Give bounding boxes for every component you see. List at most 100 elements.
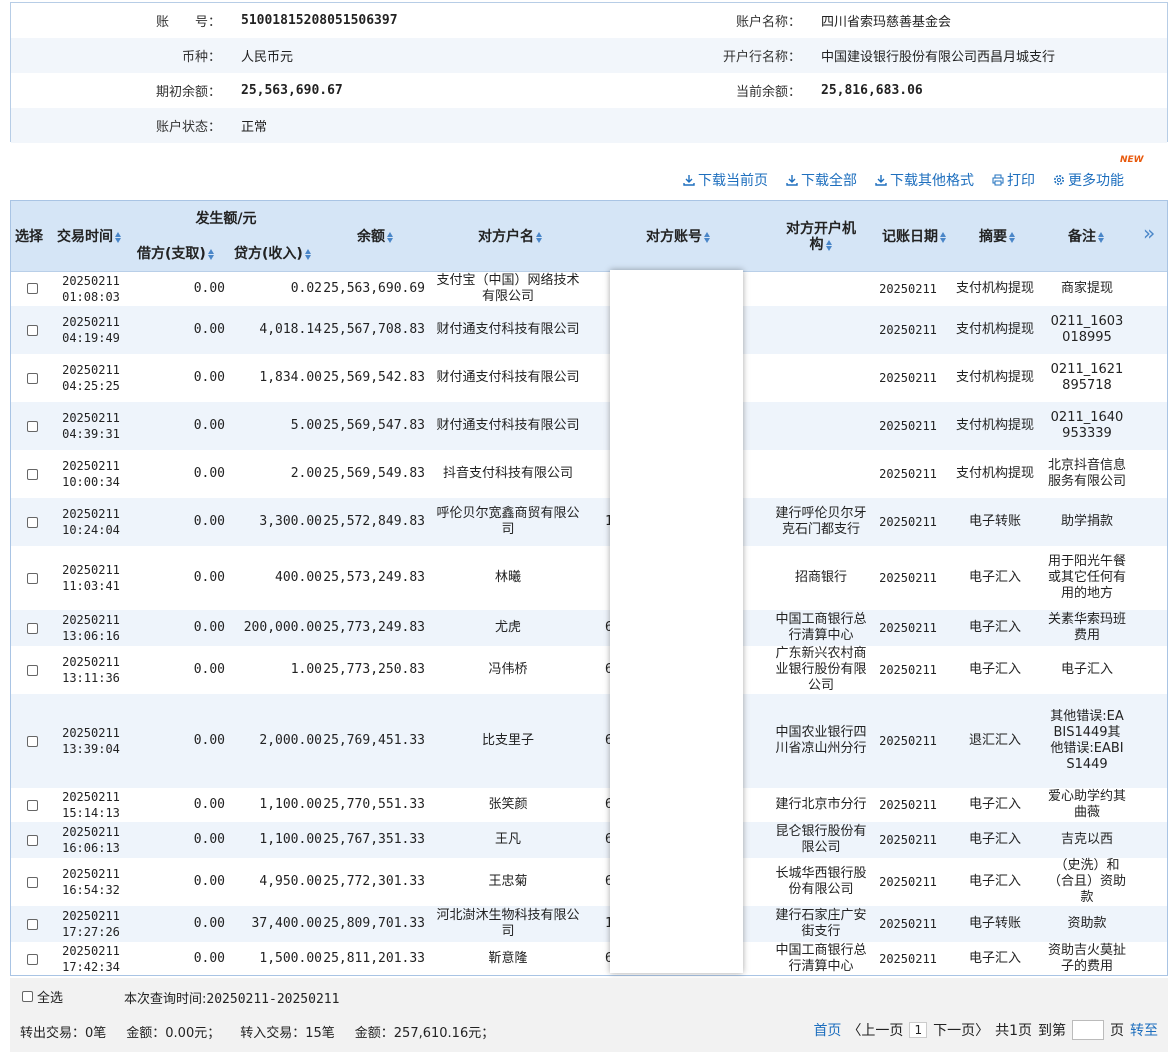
row-credit: 3,300.00	[259, 514, 322, 529]
select-all-checkbox[interactable]	[22, 991, 33, 1002]
row-select[interactable]	[11, 610, 53, 646]
row-remark: 用于阳光午餐或其它任何有用的地方	[1047, 554, 1126, 601]
row-select[interactable]	[11, 822, 53, 858]
row-summary: 支付机构提现	[956, 418, 1035, 433]
row-select[interactable]	[11, 546, 53, 610]
row-debit: 0.00	[193, 916, 225, 931]
col-time[interactable]: 交易时间	[57, 229, 122, 245]
row-summary: 支付机构提现	[956, 466, 1035, 481]
account-name-value: 四川省索玛慈善基金会	[821, 15, 952, 30]
row-remark: 电子汇入	[1060, 662, 1113, 677]
row-checkbox[interactable]	[26, 324, 38, 336]
row-time: 20250211 15:14:13	[62, 790, 120, 820]
more-functions-button[interactable]: 更多功能	[1053, 170, 1124, 190]
query-time-range: 20250211-20250211	[206, 992, 340, 1007]
table-row: 20250211 16:06:13 0.00 1,100.00 25,767,351.…	[11, 822, 1167, 858]
row-checkbox[interactable]	[26, 572, 38, 584]
first-page-link[interactable]: 首页	[813, 1020, 841, 1040]
download-page-label: 下载当前页	[698, 173, 768, 189]
row-checkbox[interactable]	[26, 834, 38, 846]
row-checkbox[interactable]	[26, 468, 38, 480]
currency-value: 人民币元	[241, 50, 294, 65]
row-debit: 0.00	[193, 418, 225, 433]
download-icon	[683, 175, 695, 186]
table-row: 20250211 04:25:25 0.00 1,834.00 25,569,542.…	[11, 354, 1167, 402]
account-row-1: 账 号： 51001815208051506397 账户名称： 四川省索玛慈善基…	[11, 3, 1167, 38]
row-checkbox[interactable]	[26, 664, 38, 676]
row-counter-bank	[773, 271, 869, 306]
prev-page-link[interactable]: 〈上一页	[847, 1020, 903, 1040]
row-balance: 25,563,690.69	[323, 280, 425, 296]
row-credit: 1.00	[290, 662, 322, 677]
col-summary[interactable]: 摘要	[979, 229, 1016, 245]
row-checkbox[interactable]	[26, 420, 38, 432]
row-time: 20250211 13:06:16	[62, 613, 120, 643]
row-remark: 助学捐款	[1060, 514, 1113, 529]
row-select[interactable]	[11, 354, 53, 402]
select-all[interactable]: 全选	[22, 987, 63, 1006]
table-row: 20250211 11:03:41 0.00 400.00 25,573,249.83…	[11, 546, 1167, 610]
col-credit[interactable]: 贷方(收入)	[234, 246, 312, 262]
account-status-label: 账户状态：	[155, 120, 221, 135]
row-credit: 2.00	[290, 466, 322, 481]
transaction-table: 选择 交易时间 发生额/元 借方(支取) 贷方(收入) 余额 对方户名 对方账号…	[10, 200, 1168, 976]
row-select[interactable]	[11, 646, 53, 694]
row-select[interactable]	[11, 788, 53, 822]
col-debit-label: 借方(支取)	[137, 246, 206, 262]
col-remark[interactable]: 备注	[1068, 229, 1105, 245]
download-other-button[interactable]: 下载其他格式	[875, 170, 974, 190]
row-post-date: 20250211	[879, 875, 937, 889]
row-select[interactable]	[11, 271, 53, 306]
row-checkbox[interactable]	[26, 735, 38, 747]
row-post-date: 20250211	[879, 798, 937, 812]
row-checkbox[interactable]	[26, 918, 38, 930]
row-select[interactable]	[11, 498, 53, 546]
next-page-link[interactable]: 下一页〉	[933, 1020, 989, 1040]
download-other-label: 下载其他格式	[890, 173, 974, 189]
bank-value: 中国建设银行股份有限公司西昌月城支行	[821, 50, 1056, 65]
row-checkbox[interactable]	[26, 799, 38, 811]
goto-page-input[interactable]	[1072, 1020, 1104, 1040]
row-checkbox[interactable]	[26, 876, 38, 888]
row-select[interactable]	[11, 306, 53, 354]
row-select[interactable]	[11, 402, 53, 450]
row-select[interactable]	[11, 694, 53, 788]
row-select[interactable]	[11, 942, 53, 975]
col-counter-account[interactable]: 对方账号	[646, 229, 711, 245]
row-counterparty: 冯伟桥	[488, 662, 528, 677]
row-checkbox[interactable]	[26, 953, 38, 965]
col-balance[interactable]: 余额	[357, 229, 394, 245]
row-balance: 25,811,201.33	[323, 951, 425, 966]
col-post-date[interactable]: 记账日期	[882, 229, 947, 245]
col-counterparty[interactable]: 对方户名	[478, 229, 543, 245]
row-balance: 25,569,549.83	[323, 466, 425, 481]
col-counter-bank[interactable]: 对方开户机构	[781, 221, 861, 253]
row-select[interactable]	[11, 858, 53, 906]
row-checkbox[interactable]	[26, 283, 38, 294]
row-time: 20250211 04:25:25	[62, 363, 120, 393]
row-counterparty: 王忠菊	[488, 874, 528, 889]
current-page[interactable]: 1	[909, 1022, 928, 1038]
print-button[interactable]: 打印	[992, 170, 1035, 190]
top-toolbar: 下载当前页 下载全部 下载其他格式 打印 更多功能	[683, 170, 1124, 190]
row-checkbox[interactable]	[26, 516, 38, 528]
col-counter-account-label: 对方账号	[646, 229, 702, 245]
goto-button[interactable]: 转至	[1130, 1020, 1158, 1040]
row-debit: 0.00	[193, 874, 225, 889]
table-row: 20250211 04:19:49 0.00 4,018.14 25,567,708.…	[11, 306, 1167, 354]
row-balance: 25,773,249.83	[323, 620, 425, 635]
row-remark: 关素华索玛班费用	[1047, 612, 1126, 643]
row-select[interactable]	[11, 906, 53, 942]
row-checkbox[interactable]	[26, 622, 38, 634]
expand-columns-icon[interactable]: »	[1143, 223, 1155, 243]
download-page-button[interactable]: 下载当前页	[683, 170, 768, 190]
col-debit[interactable]: 借方(支取)	[137, 246, 215, 262]
row-select[interactable]	[11, 450, 53, 498]
col-summary-label: 摘要	[979, 229, 1007, 245]
row-checkbox[interactable]	[26, 372, 38, 384]
row-counterparty: 财付通支付科技有限公司	[436, 370, 580, 385]
row-summary: 电子转账	[968, 916, 1021, 931]
goto-label: 到第	[1038, 1023, 1066, 1039]
query-time: 本次查询时间:20250211-20250211	[124, 988, 339, 1007]
download-all-button[interactable]: 下载全部	[786, 170, 857, 190]
